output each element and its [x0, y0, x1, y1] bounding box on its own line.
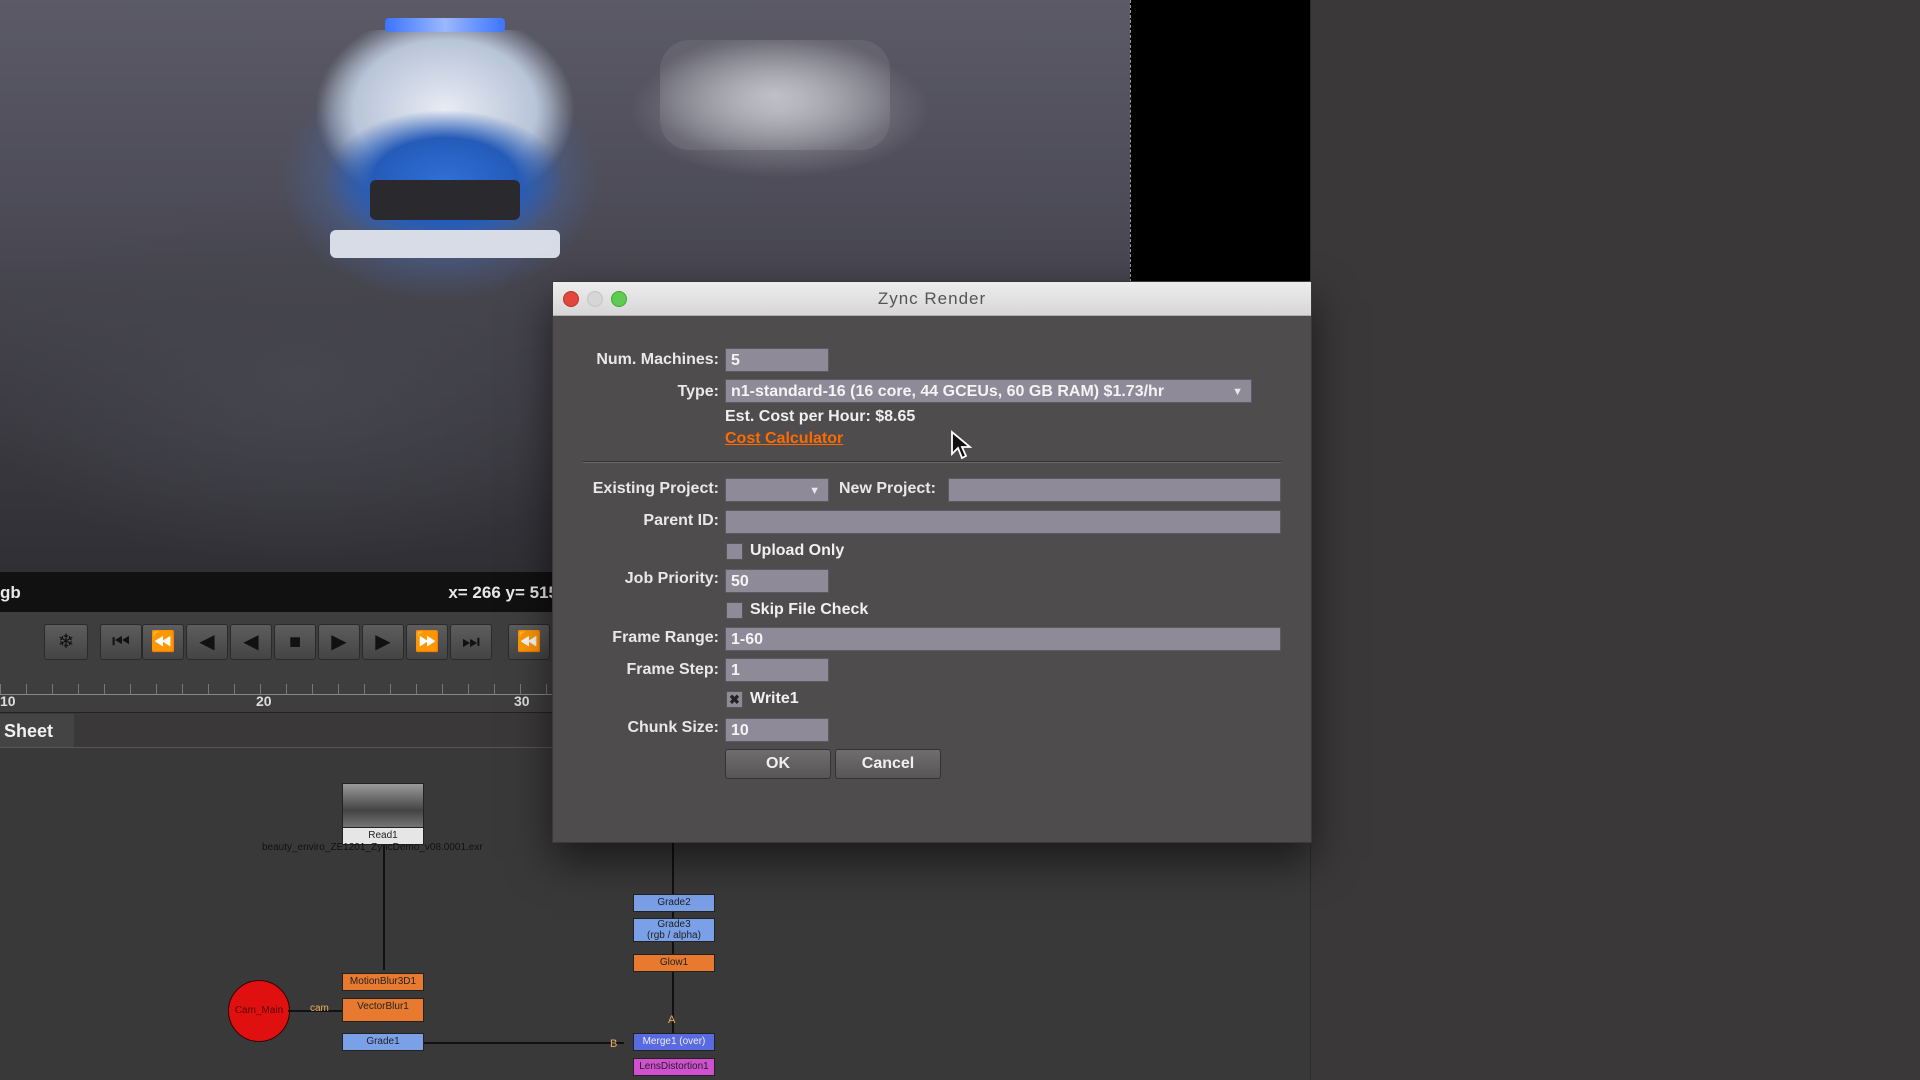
prev-frame-icon[interactable]: ◀: [186, 624, 228, 660]
next-frame-icon[interactable]: ▶: [362, 624, 404, 660]
existing-project-label: Existing Project:: [592, 480, 719, 497]
motionblur-node[interactable]: MotionBlur3D1: [342, 973, 424, 991]
frame-range-field[interactable]: 1-60: [725, 627, 1281, 651]
tick-label: 30: [514, 693, 530, 709]
existing-project-select[interactable]: ▼: [725, 478, 829, 502]
read-node-path: beauty_enviro_ZE1201_ZyncDemo_v08.0001.e…: [262, 842, 483, 853]
grade3-node[interactable]: Grade3 (rgb / alpha): [633, 918, 715, 942]
skip-file-check-label: Skip File Check: [750, 601, 869, 618]
upload-only-checkbox[interactable]: [726, 543, 743, 560]
police-car: [290, 18, 600, 270]
right-panel: [1310, 0, 1920, 1080]
machine-type-value: n1-standard-16 (16 core, 44 GCEUs, 60 GB…: [731, 383, 1165, 400]
play-backward-icon[interactable]: ◀: [230, 624, 272, 660]
parent-id-label: Parent ID:: [643, 512, 719, 529]
chevron-down-icon: ▼: [809, 485, 820, 497]
cancel-button[interactable]: Cancel: [835, 749, 941, 779]
tab-sheet[interactable]: Sheet: [0, 714, 74, 748]
job-priority-label: Job Priority:: [624, 570, 719, 587]
play-forward-icon[interactable]: ▶: [318, 624, 360, 660]
zync-render-dialog: Zync Render Num. Machines: 5 Type: n1-st…: [552, 281, 1312, 843]
stop-icon[interactable]: ■: [274, 624, 316, 660]
lensdistortion-node[interactable]: LensDistortion1: [633, 1058, 715, 1076]
channel-label: gb: [0, 583, 21, 602]
playback-controls: ❄ ⏮ ⏪ ◀ ◀ ■ ▶ ▶ ⏩ ⏭ ⏪: [0, 612, 560, 680]
new-project-label: New Project:: [839, 480, 936, 497]
car-grille: [370, 180, 520, 220]
pixel-coordinates: x= 266 y= 515: [448, 583, 558, 602]
tick-label: 20: [256, 693, 272, 709]
write1-label: Write1: [750, 690, 799, 707]
grade1-node[interactable]: Grade1: [342, 1033, 424, 1051]
dialog-titlebar[interactable]: Zync Render: [553, 282, 1311, 316]
connection-wire: [424, 1042, 624, 1044]
background-car: [660, 40, 890, 150]
ok-button[interactable]: OK: [725, 749, 831, 779]
merge1-node[interactable]: Merge1 (over): [633, 1033, 715, 1051]
next-keyframe-icon[interactable]: ⏩: [406, 624, 448, 660]
first-frame-icon[interactable]: ⏮: [100, 624, 142, 660]
car-bumper: [330, 230, 560, 258]
mouse-cursor-icon: [951, 430, 972, 460]
prev-keyframe-icon[interactable]: ⏪: [142, 624, 184, 660]
machine-type-select[interactable]: n1-standard-16 (16 core, 44 GCEUs, 60 GB…: [725, 379, 1252, 403]
upload-only-label: Upload Only: [750, 542, 845, 559]
viewer-outside-area: [1130, 0, 1310, 282]
skip-file-check-checkbox[interactable]: [726, 602, 743, 619]
light-bar: [385, 18, 505, 32]
input-a-label: A: [668, 1014, 676, 1026]
timeline[interactable]: 10 20 30: [0, 680, 560, 713]
num-machines-field[interactable]: 5: [725, 348, 829, 372]
frame-range-label: Frame Range:: [612, 629, 719, 646]
connection-wire: [383, 845, 385, 970]
num-machines-label: Num. Machines:: [596, 351, 719, 368]
dialog-title: Zync Render: [877, 289, 987, 308]
write1-checkbox[interactable]: ✖: [726, 691, 743, 708]
chunk-size-label: Chunk Size:: [627, 719, 719, 736]
rewind-icon[interactable]: ⏪: [508, 624, 550, 660]
last-frame-icon[interactable]: ⏭: [450, 624, 492, 660]
new-project-field[interactable]: [948, 478, 1281, 502]
glow1-node[interactable]: Glow1: [633, 954, 715, 972]
connection-wire: [672, 843, 674, 1043]
tick-label: 10: [0, 693, 16, 709]
timeline-ruler[interactable]: [0, 684, 560, 695]
read-node-thumbnail[interactable]: [342, 783, 424, 829]
parent-id-field[interactable]: [725, 510, 1281, 534]
job-priority-field[interactable]: 50: [725, 569, 829, 593]
chunk-size-field[interactable]: 10: [725, 718, 829, 742]
cost-calculator-link[interactable]: Cost Calculator: [725, 430, 843, 448]
type-label: Type:: [677, 383, 719, 400]
grade3-channels: (rgb / alpha): [647, 930, 701, 941]
estimated-cost: Est. Cost per Hour: $8.65: [725, 408, 916, 425]
camera-node[interactable]: Cam_Main: [228, 980, 290, 1042]
camera-pipe-label: cam: [310, 1003, 329, 1014]
input-b-label: B: [610, 1038, 618, 1050]
section-divider: [583, 461, 1281, 463]
grade2-node[interactable]: Grade2: [633, 894, 715, 912]
chevron-down-icon: ▼: [1232, 386, 1243, 398]
grade3-label: Grade3: [657, 919, 691, 930]
snowflake-icon[interactable]: ❄: [44, 624, 88, 660]
vectorblur-node[interactable]: VectorBlur1: [342, 998, 424, 1022]
frame-step-label: Frame Step:: [626, 661, 719, 678]
frame-step-field[interactable]: 1: [725, 658, 829, 682]
